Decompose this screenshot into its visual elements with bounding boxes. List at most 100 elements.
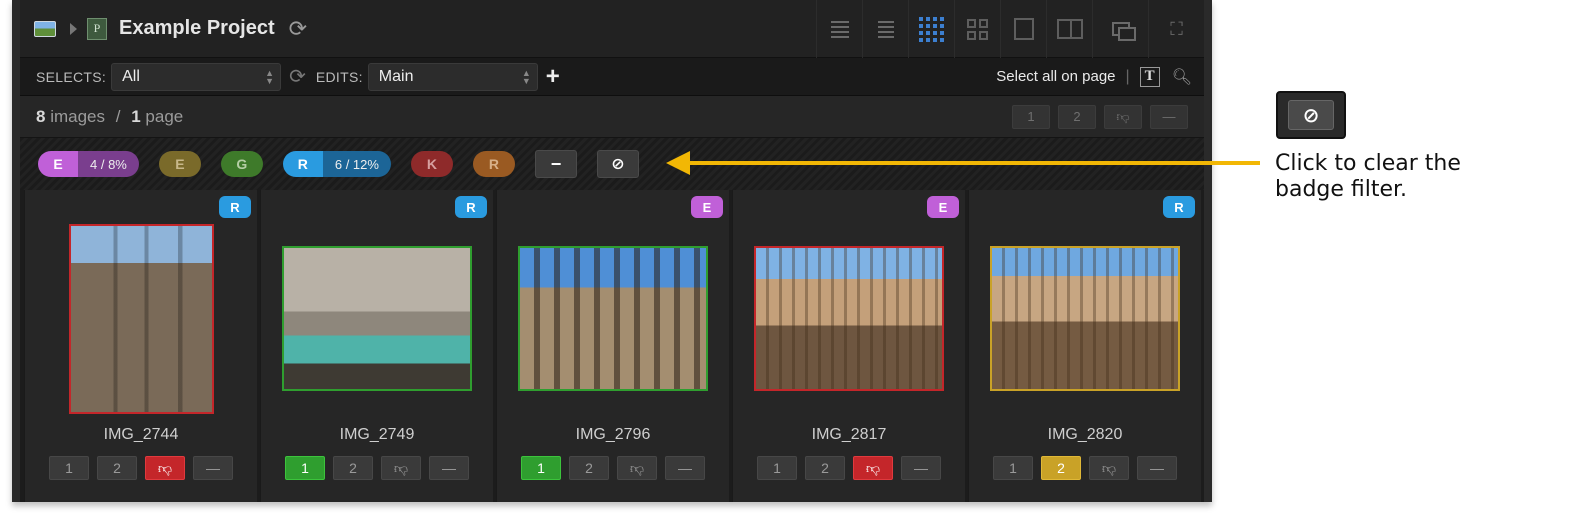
filter-toolbar: SELECTS: All ▲ ▼ ⟳ EDITS: Main ▲ ▼ + Selec… <box>20 58 1204 96</box>
clear-rating-button[interactable]: — <box>1137 456 1177 480</box>
image-card[interactable]: E IMG_2817 1 2 👎︎ — <box>732 190 965 502</box>
filter-rating-2-button[interactable]: 2 <box>1058 104 1096 129</box>
badge-filter-e-purple[interactable]: E 4 / 8% <box>38 151 139 177</box>
image-card[interactable]: R IMG_2749 1 2 👎︎ — <box>260 190 493 502</box>
image-card[interactable]: R IMG_2744 1 2 👎︎ — <box>24 190 257 502</box>
sync-icon[interactable]: ⟳ <box>289 64 306 89</box>
badge-filter-r-orange[interactable]: R <box>472 151 515 177</box>
reject-button[interactable]: 👎︎ <box>1089 456 1129 480</box>
card-badge[interactable]: R <box>455 196 487 218</box>
divider: | <box>1125 67 1130 85</box>
image-filename: IMG_2796 <box>575 426 651 443</box>
reject-button[interactable]: 👎︎ <box>145 456 185 480</box>
image-thumbnail[interactable] <box>518 246 708 391</box>
image-thumbnail[interactable] <box>754 246 944 391</box>
clear-rating-button[interactable]: — <box>193 456 233 480</box>
badge-stat: 4 / 8% <box>78 151 139 177</box>
refresh-icon[interactable]: ⟳ <box>289 16 307 42</box>
callout-clear-button-illustration: ⊘ <box>1276 91 1346 139</box>
edits-dropdown[interactable]: Main ▲ ▼ <box>367 62 538 91</box>
clear-badge-filter-button[interactable]: ⊘ <box>596 150 639 178</box>
rate-1-button[interactable]: 1 <box>49 456 89 480</box>
rate-1-button[interactable]: 1 <box>993 456 1033 480</box>
updown-arrow-icon: ▲ ▼ <box>265 67 275 86</box>
breadcrumb-arrow-icon <box>70 22 77 35</box>
reject-button[interactable]: 👎︎ <box>381 456 421 480</box>
project-icon: P <box>87 17 107 40</box>
selects-dropdown[interactable]: All ▲ ▼ <box>111 62 282 91</box>
reject-button[interactable]: 👎︎ <box>853 456 893 480</box>
selects-label: SELECTS: <box>36 68 107 85</box>
rate-1-button[interactable]: 1 <box>285 456 325 480</box>
view-single-button[interactable] <box>1000 0 1046 58</box>
images-label: images <box>50 106 106 126</box>
images-icon[interactable] <box>34 20 56 37</box>
badge-letter: E <box>158 151 201 177</box>
card-badge[interactable]: E <box>691 196 723 218</box>
card-badge[interactable]: R <box>1163 196 1195 218</box>
minus-icon: — <box>914 460 928 476</box>
rate-2-button[interactable]: 2 <box>1041 456 1081 480</box>
badge-filter-g[interactable]: G <box>220 151 263 177</box>
card-badge[interactable]: E <box>927 196 959 218</box>
image-filename: IMG_2744 <box>103 426 179 443</box>
fullscreen-button[interactable]: ⛶ <box>1148 0 1204 58</box>
thumbs-down-icon: 👎︎ <box>1116 108 1130 124</box>
clear-icon: ⊘ <box>1288 100 1334 130</box>
card-badge[interactable]: R <box>219 196 251 218</box>
compare-view-icon <box>1056 19 1083 39</box>
rate-2-button[interactable]: 2 <box>333 456 373 480</box>
rate-2-button[interactable]: 2 <box>97 456 137 480</box>
updown-arrow-icon: ▲ ▼ <box>521 67 531 86</box>
rate-1-button[interactable]: 1 <box>521 456 561 480</box>
reject-button[interactable]: 👎︎ <box>617 456 657 480</box>
rate-2-button[interactable]: 2 <box>805 456 845 480</box>
filter-reject-button[interactable]: 👎︎ <box>1104 104 1142 129</box>
text-overlay-icon[interactable]: T <box>1139 66 1160 87</box>
rate-2-button[interactable]: 2 <box>569 456 609 480</box>
view-compare-button[interactable] <box>1046 0 1092 58</box>
view-grid-small-button[interactable] <box>908 0 954 58</box>
dual-screen-button[interactable] <box>1092 0 1148 58</box>
select-all-link[interactable]: Select all on page <box>996 68 1115 85</box>
minus-icon: − <box>550 153 562 174</box>
thumbs-down-icon: 👎︎ <box>157 459 173 476</box>
callout-arrow-head-icon <box>666 151 690 175</box>
image-filename: IMG_2749 <box>339 426 415 443</box>
title-bar: P Example Project ⟳ ⛶ <box>20 0 1204 58</box>
detail-view-icon <box>830 20 849 38</box>
callout-arrow-line <box>688 161 1260 165</box>
image-thumbnail[interactable] <box>990 246 1180 391</box>
edits-value: Main <box>378 67 414 85</box>
count-slash: / <box>115 106 121 126</box>
view-list-button[interactable] <box>862 0 908 58</box>
image-thumbnail[interactable] <box>69 224 214 414</box>
filter-unrated-button[interactable]: — <box>1150 104 1188 129</box>
app-window: P Example Project ⟳ ⛶ SELECTS: All ▲ ▼ ⟳… <box>12 0 1212 502</box>
fullscreen-icon: ⛶ <box>1170 18 1183 39</box>
image-card[interactable]: E IMG_2796 1 2 👎︎ — <box>496 190 729 502</box>
image-filename: IMG_2820 <box>1047 426 1123 443</box>
badge-letter: R <box>282 151 323 177</box>
minus-icon: — <box>1150 460 1164 476</box>
rate-1-button[interactable]: 1 <box>757 456 797 480</box>
image-card[interactable]: R IMG_2820 1 2 👎︎ — <box>968 190 1201 502</box>
clear-rating-button[interactable]: — <box>429 456 469 480</box>
view-grid-large-button[interactable] <box>954 0 1000 58</box>
badge-filter-e-olive[interactable]: E <box>158 151 201 177</box>
single-view-icon <box>1013 18 1034 40</box>
count-bar: 8 images / 1 page 1 2 👎︎ — <box>20 96 1204 138</box>
edits-label: EDITS: <box>315 68 363 85</box>
no-badge-filter-button[interactable]: − <box>534 150 577 178</box>
view-detail-button[interactable] <box>816 0 862 58</box>
search-icon[interactable]: 🔍︎ <box>1172 67 1192 87</box>
image-thumbnail[interactable] <box>282 246 472 391</box>
clear-rating-button[interactable]: — <box>901 456 941 480</box>
clear-rating-button[interactable]: — <box>665 456 705 480</box>
add-edit-button[interactable]: + <box>546 63 560 91</box>
badge-filter-k[interactable]: K <box>410 151 453 177</box>
dual-screen-icon <box>1111 22 1136 41</box>
badge-filter-r-blue[interactable]: R 6 / 12% <box>282 151 391 177</box>
badge-letter: E <box>38 151 78 177</box>
filter-rating-1-button[interactable]: 1 <box>1012 104 1050 129</box>
